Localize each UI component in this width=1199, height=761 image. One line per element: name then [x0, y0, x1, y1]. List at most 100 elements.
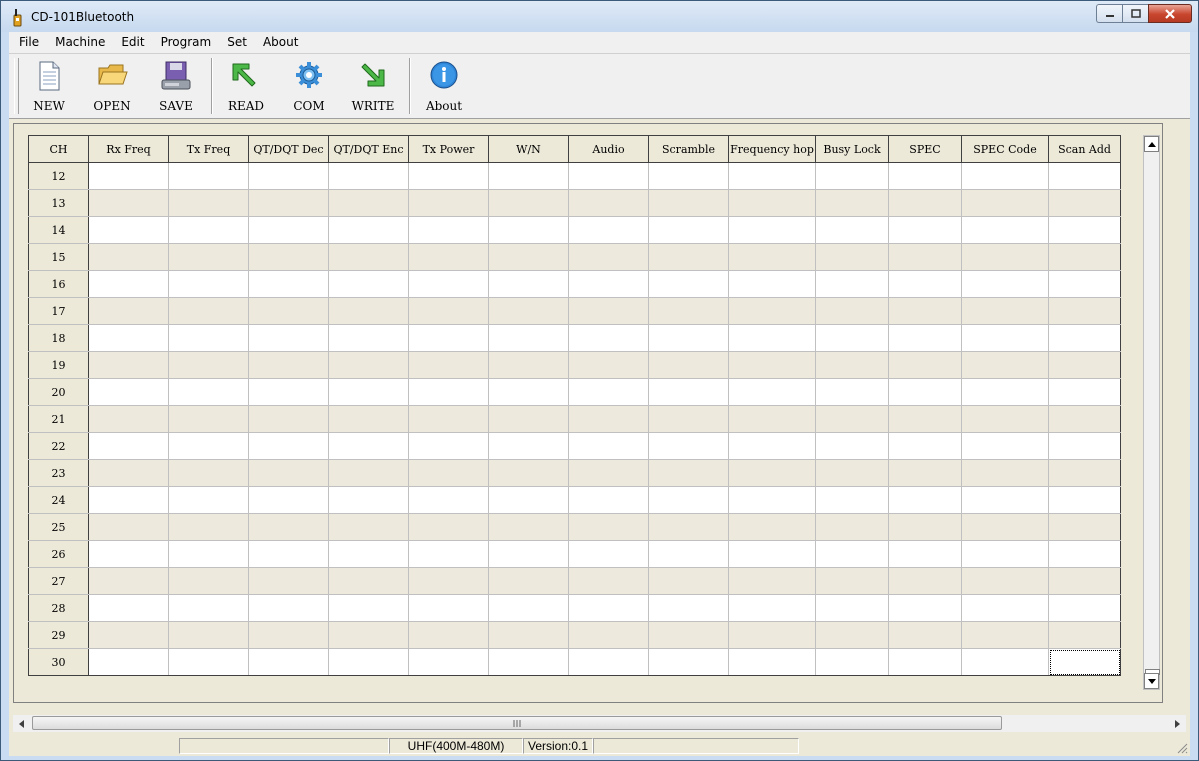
grid-cell[interactable] [961, 648, 1049, 676]
grid-cell[interactable] [728, 297, 816, 325]
grid-cell[interactable] [568, 432, 649, 460]
grid-cell[interactable] [88, 540, 169, 568]
grid-cell[interactable] [168, 405, 249, 433]
grid-cell[interactable] [1048, 405, 1121, 433]
channel-number-cell[interactable]: 17 [28, 297, 89, 325]
grid-cell[interactable] [815, 270, 889, 298]
grid-cell[interactable] [488, 189, 569, 217]
grid-cell[interactable] [88, 621, 169, 649]
grid-cell[interactable] [168, 324, 249, 352]
grid-cell[interactable] [815, 594, 889, 622]
grid-cell[interactable] [815, 216, 889, 244]
grid-cell[interactable] [408, 513, 489, 541]
column-header[interactable]: SPEC [888, 135, 962, 163]
resize-grip-icon[interactable] [1176, 742, 1188, 754]
grid-cell[interactable] [88, 189, 169, 217]
grid-cell[interactable] [648, 297, 729, 325]
channel-number-cell[interactable]: 29 [28, 621, 89, 649]
column-header[interactable]: CH [28, 135, 89, 163]
com-button[interactable]: COM [281, 57, 337, 115]
grid-cell[interactable] [1048, 162, 1121, 190]
grid-cell[interactable] [961, 216, 1049, 244]
grid-cell[interactable] [248, 432, 329, 460]
grid-cell[interactable] [728, 540, 816, 568]
grid-cell[interactable] [168, 594, 249, 622]
grid-cell[interactable] [488, 648, 569, 676]
grid-cell[interactable] [568, 270, 649, 298]
channel-number-cell[interactable]: 24 [28, 486, 89, 514]
channel-number-cell[interactable]: 13 [28, 189, 89, 217]
grid-cell[interactable] [408, 324, 489, 352]
grid-cell[interactable] [88, 513, 169, 541]
column-header[interactable]: Scramble [648, 135, 729, 163]
grid-cell[interactable] [88, 405, 169, 433]
channel-number-cell[interactable]: 25 [28, 513, 89, 541]
grid-cell[interactable] [815, 486, 889, 514]
grid-cell[interactable] [648, 540, 729, 568]
grid-cell[interactable] [888, 351, 962, 379]
column-header[interactable]: SPEC Code [961, 135, 1049, 163]
grid-cell[interactable] [888, 567, 962, 595]
grid-cell[interactable] [648, 621, 729, 649]
grid-cell[interactable] [815, 351, 889, 379]
grid-cell[interactable] [1048, 297, 1121, 325]
column-header[interactable]: Tx Power [408, 135, 489, 163]
grid-cell[interactable] [328, 297, 409, 325]
open-button[interactable]: OPEN [84, 57, 140, 115]
channel-number-cell[interactable]: 23 [28, 459, 89, 487]
grid-cell[interactable] [1048, 540, 1121, 568]
grid-cell[interactable] [168, 432, 249, 460]
grid-cell[interactable] [888, 459, 962, 487]
grid-cell[interactable] [88, 270, 169, 298]
grid-cell[interactable] [648, 324, 729, 352]
grid-cell[interactable] [248, 324, 329, 352]
grid-cell[interactable] [568, 243, 649, 271]
grid-cell[interactable] [961, 621, 1049, 649]
grid-cell[interactable] [488, 567, 569, 595]
grid-cell[interactable] [1048, 351, 1121, 379]
grid-cell[interactable] [815, 513, 889, 541]
grid-cell[interactable] [1048, 270, 1121, 298]
grid-cell[interactable] [1048, 486, 1121, 514]
grid-cell[interactable] [815, 324, 889, 352]
grid-cell[interactable] [815, 378, 889, 406]
grid-cell[interactable] [568, 162, 649, 190]
grid-cell[interactable] [961, 594, 1049, 622]
grid-cell[interactable] [408, 351, 489, 379]
grid-cell[interactable] [815, 162, 889, 190]
menu-set[interactable]: Set [219, 32, 255, 53]
grid-cell[interactable] [568, 189, 649, 217]
grid-cell[interactable] [328, 648, 409, 676]
horizontal-scrollbar[interactable] [13, 715, 1186, 732]
grid-cell[interactable] [88, 297, 169, 325]
grid-cell[interactable] [248, 243, 329, 271]
grid-cell[interactable] [648, 432, 729, 460]
grid-cell[interactable] [88, 351, 169, 379]
grid-cell[interactable] [88, 459, 169, 487]
grid-cell[interactable] [168, 162, 249, 190]
grid-cell[interactable] [648, 405, 729, 433]
grid-cell[interactable] [168, 297, 249, 325]
channel-number-cell[interactable]: 22 [28, 432, 89, 460]
grid-cell[interactable] [961, 567, 1049, 595]
grid-cell[interactable] [568, 648, 649, 676]
grid-cell[interactable] [568, 351, 649, 379]
grid-cell[interactable] [728, 216, 816, 244]
grid-cell[interactable] [328, 270, 409, 298]
column-header[interactable]: QT/DQT Dec [248, 135, 329, 163]
grid-cell[interactable] [728, 594, 816, 622]
grid-cell[interactable] [728, 189, 816, 217]
grid-cell[interactable] [248, 594, 329, 622]
grid-cell[interactable] [648, 513, 729, 541]
grid-cell[interactable] [248, 459, 329, 487]
grid-cell[interactable] [408, 297, 489, 325]
grid-cell[interactable] [488, 513, 569, 541]
grid-cell[interactable] [488, 540, 569, 568]
grid-cell[interactable] [248, 513, 329, 541]
grid-cell[interactable] [248, 486, 329, 514]
grid-cell[interactable] [648, 189, 729, 217]
grid-cell[interactable] [1048, 189, 1121, 217]
grid-cell[interactable] [408, 648, 489, 676]
grid-cell[interactable] [648, 270, 729, 298]
grid-cell[interactable] [88, 216, 169, 244]
